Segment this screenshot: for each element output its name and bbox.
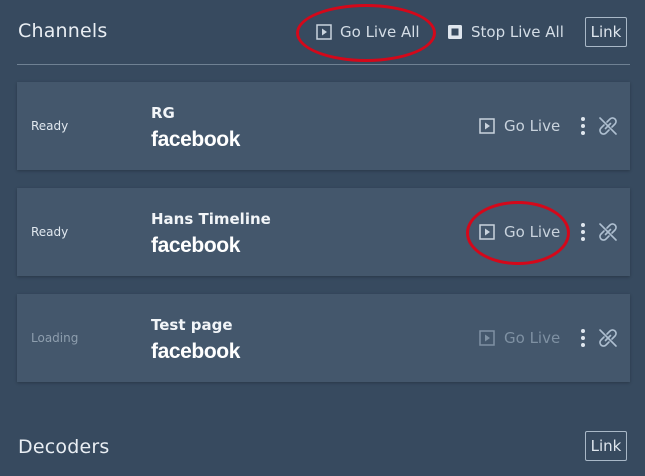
more-options-icon[interactable] (578, 116, 588, 136)
channels-link-button[interactable]: Link (585, 17, 627, 47)
facebook-logo: facebook (151, 340, 240, 363)
channels-title: Channels (18, 20, 108, 42)
more-options-icon[interactable] (578, 222, 588, 242)
channel-status: Ready (31, 225, 69, 239)
channel-name: Hans Timeline (151, 210, 271, 228)
play-icon (479, 118, 495, 134)
channel-card: Loading Test page facebook Go Live (17, 294, 630, 382)
channels-header: Channels Go Live All Stop Live All Link (0, 0, 645, 60)
channel-card: Ready Hans Timeline facebook Go Live (17, 188, 630, 276)
channel-name: Test page (151, 316, 233, 334)
channel-name: RG (151, 104, 175, 122)
channel-card: Ready RG facebook Go Live (17, 82, 630, 170)
decoders-link-button[interactable]: Link (585, 431, 627, 461)
play-icon (316, 24, 332, 40)
more-options-icon[interactable] (578, 328, 588, 348)
facebook-logo: facebook (151, 234, 240, 257)
channel-status: Loading (31, 331, 79, 345)
go-live-all-button[interactable]: Go Live All (316, 20, 420, 44)
go-live-button[interactable]: Go Live (479, 220, 560, 244)
go-live-label: Go Live (504, 223, 561, 241)
go-live-all-label: Go Live All (340, 23, 420, 41)
go-live-button[interactable]: Go Live (479, 114, 560, 138)
stop-icon (448, 25, 462, 39)
channel-status: Ready (31, 119, 69, 133)
go-live-button[interactable]: Go Live (479, 326, 560, 350)
decoders-header: Decoders Link (0, 416, 645, 476)
stop-live-all-button[interactable]: Stop Live All (447, 20, 564, 44)
play-icon (479, 224, 495, 240)
unlink-icon[interactable] (598, 328, 618, 348)
stop-live-all-label: Stop Live All (471, 23, 564, 41)
unlink-icon[interactable] (598, 222, 618, 242)
decoders-title: Decoders (18, 436, 110, 458)
facebook-logo: facebook (151, 128, 240, 151)
play-icon (479, 330, 495, 346)
unlink-icon[interactable] (598, 116, 618, 136)
go-live-label: Go Live (504, 329, 561, 347)
go-live-label: Go Live (504, 117, 561, 135)
header-divider (17, 64, 630, 65)
